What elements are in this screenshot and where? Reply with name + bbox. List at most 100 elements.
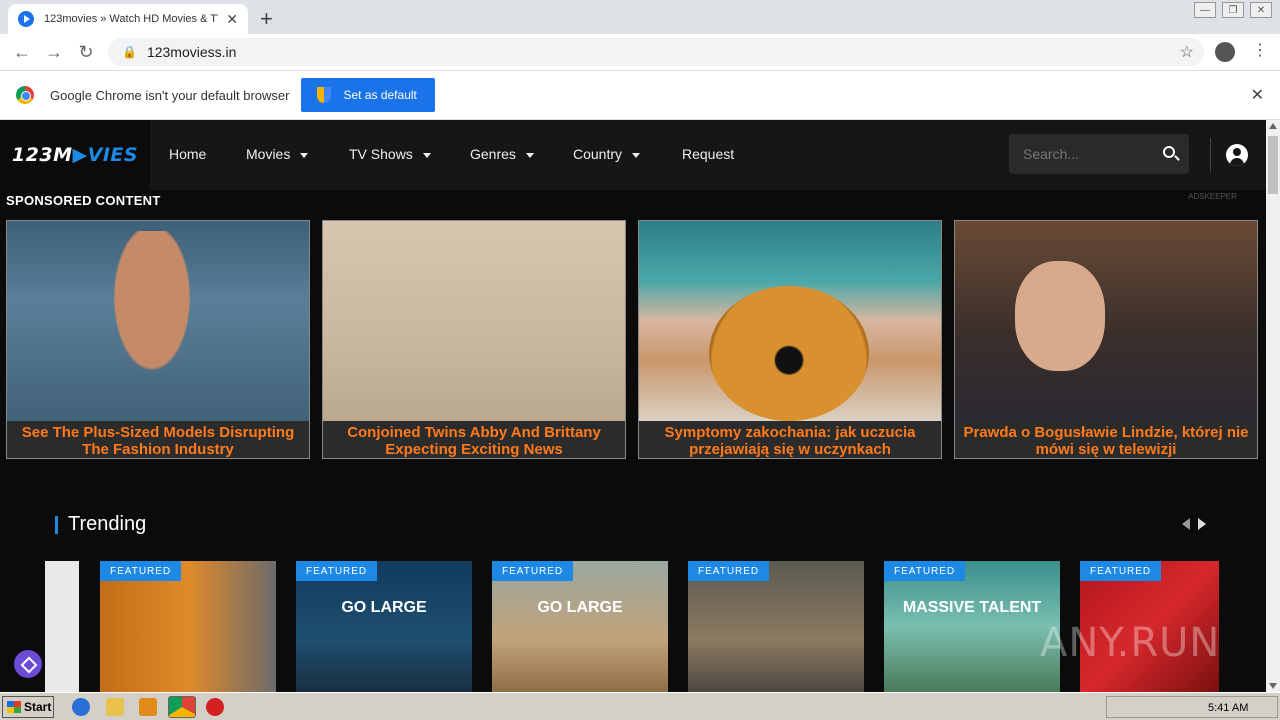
sponsored-caption: Prawda o Bogusławie Lindzie, której nie … [963, 423, 1249, 458]
scroll-down-icon[interactable] [1269, 683, 1277, 689]
sponsored-heading: SPONSORED CONTENT [6, 193, 161, 208]
poster-title: GO LARGE [537, 599, 623, 616]
search-icon[interactable] [1163, 146, 1175, 158]
tab-title: 123movies » Watch HD Movies & TV [44, 13, 219, 25]
profile-avatar-icon[interactable] [1215, 42, 1235, 62]
featured-badge: FEATURED [1080, 561, 1162, 581]
close-tab-icon[interactable]: ✕ [226, 11, 238, 28]
nav-country[interactable]: Country [573, 146, 641, 162]
nav-label: TV Shows [349, 146, 413, 162]
clock: 5:41 AM [1208, 702, 1249, 714]
anyrun-watermark: ANY.RUN [1040, 620, 1221, 666]
scroll-thumb[interactable] [1268, 136, 1278, 194]
movie-poster-partial[interactable] [45, 561, 79, 692]
page-scrollbar[interactable] [1266, 120, 1280, 692]
nav-request[interactable]: Request [682, 146, 734, 162]
featured-badge: FEATURED [884, 561, 966, 581]
caret-down-icon [632, 152, 641, 158]
floating-action-icon[interactable] [14, 650, 42, 678]
reload-icon[interactable]: ↻ [70, 42, 102, 63]
scroll-up-icon[interactable] [1269, 123, 1277, 129]
shield-icon [317, 87, 332, 103]
browser-tab[interactable]: 123movies » Watch HD Movies & TV ✕ [8, 4, 248, 34]
browser-toolbar: ← → ↻ 🔒 123moviess.in ☆ [0, 34, 1280, 70]
opera-icon[interactable] [206, 698, 224, 716]
carousel-prev-icon[interactable] [1182, 518, 1190, 530]
caret-down-icon [525, 152, 534, 158]
search-box [1009, 134, 1189, 174]
nav-label: Country [573, 146, 623, 162]
caret-down-icon [300, 152, 309, 158]
adskeeper-logo: ADSKEEPER [1188, 192, 1237, 201]
url-text: 123moviess.in [146, 44, 237, 60]
movie-poster[interactable]: FEATURED GO LARGE [492, 561, 668, 692]
sponsored-caption: See The Plus-Sized Models Disrupting The… [21, 423, 295, 458]
address-bar[interactable]: 🔒 123moviess.in ☆ [108, 38, 1204, 66]
sponsored-card[interactable]: Prawda o Bogusławie Lindzie, której nie … [954, 220, 1258, 459]
nav-label: Movies [246, 146, 291, 162]
media-player-icon[interactable] [139, 698, 157, 716]
infobar-close-icon[interactable]: ✕ [1251, 85, 1264, 105]
new-tab-button[interactable]: + [260, 6, 273, 32]
nav-movies[interactable]: Movies [246, 146, 309, 162]
system-tray [1106, 696, 1278, 718]
nav-label: Genres [470, 146, 516, 162]
set-default-label: Set as default [343, 88, 417, 102]
caret-down-icon [422, 152, 431, 158]
menu-dots-icon[interactable]: ⋮ [1252, 40, 1268, 60]
nav-genres[interactable]: Genres [470, 146, 534, 162]
movie-poster[interactable]: FEATURED MASSIVE TALENT [884, 561, 1060, 692]
sponsored-cards: See The Plus-Sized Models Disrupting The… [6, 220, 1258, 460]
site-logo[interactable]: 123M ▶VIES [0, 120, 150, 190]
website-content: 123M ▶VIES Home Movies TV Shows Genres Co… [0, 120, 1266, 692]
search-input[interactable] [1023, 146, 1143, 162]
minimize-icon[interactable]: — [1194, 2, 1216, 18]
sponsored-image [955, 221, 1257, 421]
infobar-message: Google Chrome isn't your default browser [50, 87, 290, 103]
user-account-icon[interactable] [1226, 144, 1248, 166]
set-as-default-button[interactable]: Set as default [301, 78, 435, 112]
sponsored-image [7, 221, 309, 421]
chrome-logo-icon [16, 86, 34, 104]
windows-flag-icon [7, 701, 21, 713]
sponsored-image [639, 221, 941, 421]
featured-badge: FEATURED [492, 561, 574, 581]
bookmark-star-icon[interactable]: ☆ [1180, 42, 1194, 62]
windows-taskbar: Start 5:41 AM [0, 692, 1280, 720]
start-button[interactable]: Start [2, 696, 54, 718]
nav-label: Request [682, 146, 735, 162]
logo-text: 123M [11, 144, 73, 166]
default-browser-infobar: Google Chrome isn't your default browser… [0, 70, 1280, 120]
sponsored-caption: Symptomy zakochania: jak uczucia przejaw… [664, 423, 916, 458]
poster-title: GO LARGE [341, 599, 427, 616]
sponsored-card[interactable]: Symptomy zakochania: jak uczucia przejaw… [638, 220, 942, 459]
lock-icon: 🔒 [122, 45, 137, 59]
ie-icon[interactable] [72, 698, 90, 716]
restore-icon[interactable]: ❐ [1222, 2, 1244, 18]
chrome-taskbar-icon[interactable] [168, 696, 196, 718]
close-window-icon[interactable]: ✕ [1250, 2, 1272, 18]
back-arrow-icon[interactable]: ← [6, 42, 38, 63]
nav-tv-shows[interactable]: TV Shows [349, 146, 431, 162]
trending-heading: Trending [68, 513, 147, 535]
start-label: Start [24, 700, 52, 714]
nav-divider [1210, 138, 1211, 172]
movie-poster[interactable]: FEATURED GO LARGE [296, 561, 472, 692]
nav-home[interactable]: Home [169, 146, 206, 162]
folder-icon[interactable] [106, 698, 124, 716]
sponsored-caption: Conjoined Twins Abby And Brittany Expect… [347, 423, 601, 458]
movie-poster[interactable]: FEATURED [100, 561, 276, 692]
featured-badge: FEATURED [100, 561, 182, 581]
trending-accent-bar [55, 516, 58, 534]
play-favicon-icon [18, 11, 34, 27]
featured-badge: FEATURED [296, 561, 378, 581]
window-controls: — ❐ ✕ [1194, 2, 1272, 18]
nav-label: Home [169, 146, 207, 162]
movie-poster[interactable]: FEATURED [688, 561, 864, 692]
sponsored-card[interactable]: See The Plus-Sized Models Disrupting The… [6, 220, 310, 459]
sponsored-card[interactable]: Conjoined Twins Abby And Brittany Expect… [322, 220, 626, 459]
site-navbar: 123M ▶VIES Home Movies TV Shows Genres Co… [0, 120, 1266, 190]
forward-arrow-icon[interactable]: → [38, 42, 70, 63]
carousel-next-icon[interactable] [1198, 518, 1206, 530]
featured-badge: FEATURED [688, 561, 770, 581]
